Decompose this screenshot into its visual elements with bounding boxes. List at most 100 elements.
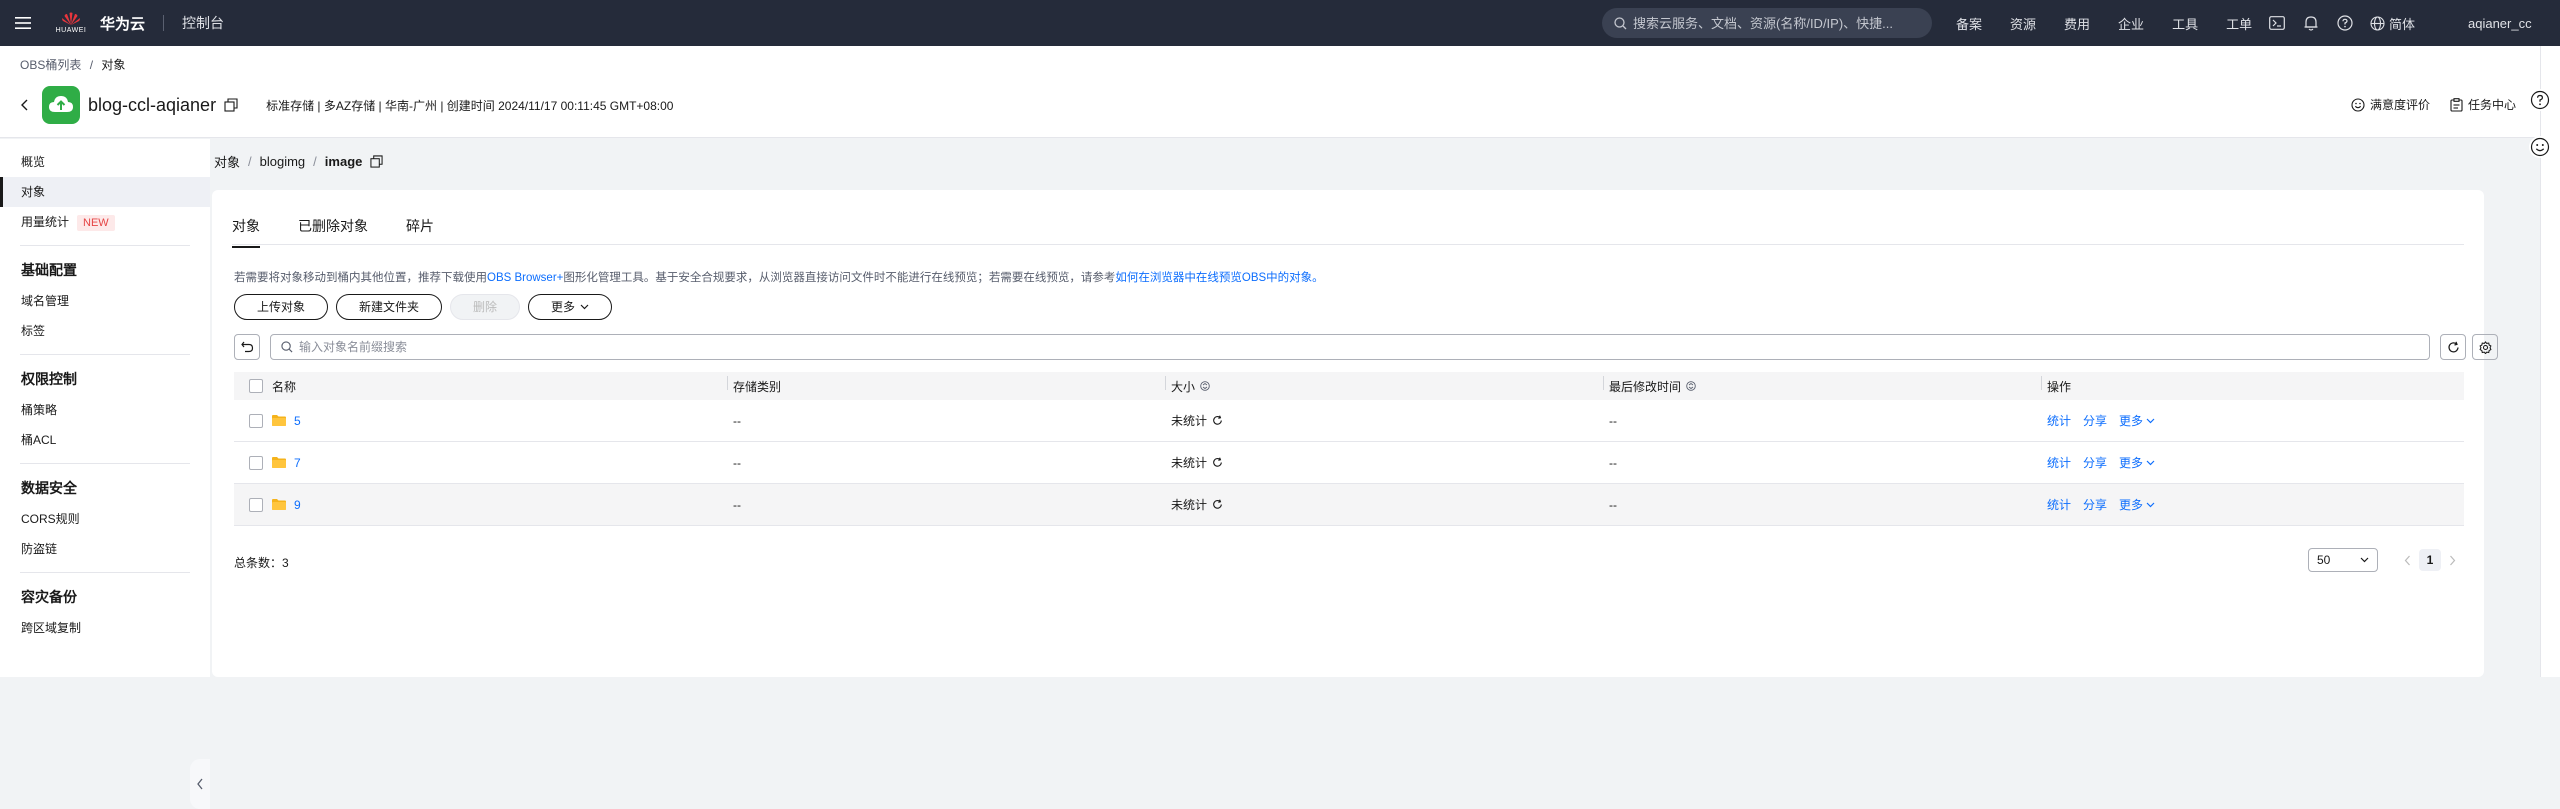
chevron-down-icon xyxy=(2146,502,2155,507)
console-link[interactable]: 控制台 xyxy=(182,13,224,33)
header-actions: 满意度评价 任务中心 xyxy=(2331,96,2516,113)
more-ops-link[interactable]: 更多 xyxy=(2119,496,2155,513)
page-size-value: 50 xyxy=(2317,553,2331,567)
column-size[interactable]: 大小 xyxy=(1165,375,1603,395)
column-last-modified[interactable]: 最后修改时间 xyxy=(1603,375,2041,395)
share-link[interactable]: 分享 xyxy=(2083,496,2107,513)
share-link[interactable]: 分享 xyxy=(2083,454,2107,471)
help-circle-icon[interactable] xyxy=(2529,89,2551,111)
search-icon xyxy=(1614,16,1627,29)
sort-icon[interactable] xyxy=(1200,381,1210,391)
name-cell: 5 xyxy=(272,414,727,428)
satisfaction-rating[interactable]: 满意度评价 xyxy=(2351,96,2430,113)
refresh-size-icon[interactable] xyxy=(1212,457,1223,468)
user-account[interactable]: aqianer_cc xyxy=(2468,0,2532,46)
new-folder-button[interactable]: 新建文件夹 xyxy=(336,294,443,320)
bucket-meta-info: 标准存储 | 多AZ存储 | 华南-广州 | 创建时间 2024/11/17 0… xyxy=(266,98,674,113)
size-cell: 未统计 xyxy=(1165,454,1603,471)
feedback-smile-icon[interactable] xyxy=(2529,136,2551,158)
row-checkbox[interactable] xyxy=(249,455,263,470)
folder-link[interactable]: 7 xyxy=(294,456,301,470)
prev-page-icon[interactable] xyxy=(2404,555,2411,566)
upload-object-button[interactable]: 上传对象 xyxy=(234,294,329,320)
task-center[interactable]: 任务中心 xyxy=(2450,96,2516,113)
refresh-size-icon[interactable] xyxy=(1212,415,1223,426)
size-cell: 未统计 xyxy=(1165,412,1603,429)
sidebar-item-overview[interactable]: 概览 xyxy=(0,147,210,177)
next-page-icon[interactable] xyxy=(2449,555,2456,566)
globe-icon xyxy=(2370,15,2385,31)
sort-icon[interactable] xyxy=(1686,381,1696,391)
folder-link[interactable]: 5 xyxy=(294,414,301,428)
sidebar-item-bucket-acl[interactable]: 桶ACL xyxy=(0,425,210,455)
obs-browser-link[interactable]: OBS Browser+ xyxy=(487,272,563,284)
collapse-sidebar-button[interactable] xyxy=(190,759,210,809)
share-link[interactable]: 分享 xyxy=(2083,412,2107,429)
terminal-icon[interactable] xyxy=(2268,14,2286,32)
language-switch[interactable]: 简体 xyxy=(2370,14,2415,33)
top-link-billing[interactable]: 费用 xyxy=(2064,14,2090,33)
sidebar-item-domain[interactable]: 域名管理 xyxy=(0,286,210,316)
operations-cell: 统计 分享 更多 xyxy=(2041,454,2461,471)
delete-button[interactable]: 删除 xyxy=(450,294,521,320)
brand-name[interactable]: 华为云 xyxy=(100,13,145,34)
breadcrumb-separator: / xyxy=(89,58,94,72)
more-ops-link[interactable]: 更多 xyxy=(2119,454,2155,471)
page-size-select[interactable]: 50 xyxy=(2308,548,2378,572)
refresh-button[interactable] xyxy=(2440,334,2466,360)
row-select-cell xyxy=(234,455,272,470)
sidebar-item-bucket-policy[interactable]: 桶策略 xyxy=(0,395,210,425)
top-navigation-bar: HUAWEI 华为云 控制台 备案 资源 费用 企业 工具 工单 简体 aqia… xyxy=(0,0,2560,46)
top-link-resources[interactable]: 资源 xyxy=(2010,14,2036,33)
sidebar-item-cross-region[interactable]: 跨区域复制 xyxy=(0,613,210,643)
sidebar: 概览 对象 用量统计 NEW 基础配置 域名管理 标签 权限控制 桶策略 桶ACL… xyxy=(0,139,210,809)
more-ops-link[interactable]: 更多 xyxy=(2119,412,2155,429)
huawei-logo[interactable]: HUAWEI xyxy=(56,12,86,34)
column-name: 名称 xyxy=(272,378,727,395)
folder-link[interactable]: 9 xyxy=(294,498,301,512)
more-button[interactable]: 更多 xyxy=(528,294,613,320)
top-link-tools[interactable]: 工具 xyxy=(2172,14,2198,33)
satisfaction-label: 满意度评价 xyxy=(2369,98,2430,112)
global-search-input[interactable] xyxy=(1633,15,1923,31)
stats-link[interactable]: 统计 xyxy=(2047,412,2071,429)
top-link-tickets[interactable]: 工单 xyxy=(2226,14,2252,33)
help-icon[interactable] xyxy=(2336,14,2354,32)
refresh-icon xyxy=(2447,341,2459,352)
back-arrow-icon[interactable] xyxy=(20,99,30,111)
copy-path-icon[interactable] xyxy=(370,155,383,168)
stats-link[interactable]: 统计 xyxy=(2047,496,2071,513)
top-link-beian[interactable]: 备案 xyxy=(1956,14,1982,33)
select-all-checkbox[interactable] xyxy=(249,379,263,393)
copy-icon[interactable] xyxy=(224,98,238,112)
top-links: 备案 资源 费用 企业 工具 工单 xyxy=(1956,0,2280,46)
settings-button[interactable] xyxy=(2472,334,2498,360)
global-search[interactable] xyxy=(1602,8,1932,38)
path-root[interactable]: 对象 xyxy=(214,152,240,171)
sidebar-item-cors[interactable]: CORS规则 xyxy=(0,504,210,534)
row-checkbox[interactable] xyxy=(249,497,263,512)
menu-icon[interactable] xyxy=(0,0,46,46)
sidebar-item-hotlink[interactable]: 防盗链 xyxy=(0,534,210,564)
top-link-enterprise[interactable]: 企业 xyxy=(2118,14,2144,33)
row-checkbox[interactable] xyxy=(249,413,263,428)
chevron-left-icon xyxy=(197,778,203,790)
current-page[interactable]: 1 xyxy=(2419,549,2441,571)
chevron-down-icon xyxy=(2360,557,2369,563)
stats-link[interactable]: 统计 xyxy=(2047,454,2071,471)
object-search-input[interactable] xyxy=(299,340,2299,354)
sidebar-item-objects[interactable]: 对象 xyxy=(0,177,210,207)
sidebar-item-usage[interactable]: 用量统计 NEW xyxy=(0,207,210,237)
folder-icon xyxy=(272,457,286,468)
bucket-name: blog-ccl-aqianer xyxy=(88,94,217,115)
bell-icon[interactable] xyxy=(2302,14,2320,32)
path-folder[interactable]: blogimg xyxy=(260,154,306,169)
more-ops-label: 更多 xyxy=(2119,498,2144,512)
sidebar-item-tags[interactable]: 标签 xyxy=(0,316,210,346)
object-search-field[interactable] xyxy=(270,334,2430,360)
breadcrumb-bucket-list[interactable]: OBS桶列表 xyxy=(20,58,81,72)
storage-cell: -- xyxy=(733,413,741,428)
back-button[interactable] xyxy=(234,334,260,360)
refresh-size-icon[interactable] xyxy=(1212,499,1223,510)
preview-help-link[interactable]: 如何在浏览器中在线预览OBS中的对象。 xyxy=(1115,272,1323,284)
